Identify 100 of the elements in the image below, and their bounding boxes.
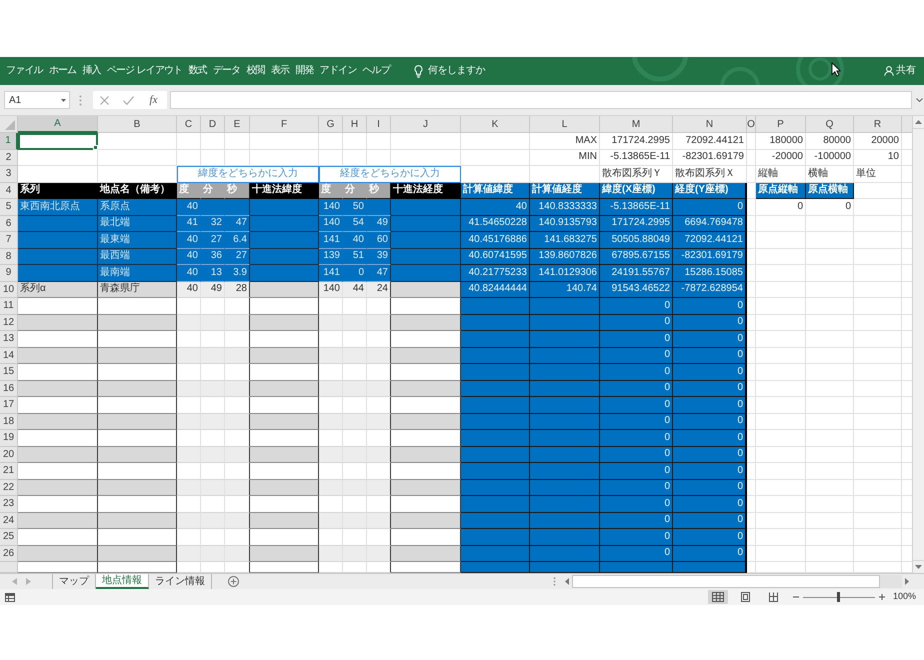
table-cell [391, 331, 461, 348]
row-header[interactable]: 6 [0, 216, 18, 232]
table-cell [530, 562, 600, 573]
column-header[interactable]: J [391, 116, 461, 133]
share-button[interactable]: 共有 [884, 64, 916, 78]
table-cell [530, 446, 600, 463]
column-header[interactable]: E [225, 116, 250, 133]
table-cell: 0 [673, 529, 747, 546]
check-icon[interactable] [123, 96, 134, 104]
header-cell: 十進法緯度 [250, 182, 319, 199]
ribbon-tab[interactable]: データ [212, 64, 240, 78]
row-header[interactable]: 11 [0, 298, 18, 314]
table-icon[interactable] [5, 592, 15, 602]
row-header[interactable]: 26 [0, 546, 18, 562]
table-cell [367, 446, 391, 463]
column-header[interactable]: D [201, 116, 225, 133]
row-header[interactable]: 21 [0, 463, 18, 480]
column-header[interactable]: K [461, 116, 530, 133]
insert-function-button[interactable]: fx [147, 93, 160, 107]
row-header[interactable]: 3 [0, 166, 18, 182]
column-header[interactable]: G [319, 116, 343, 133]
formula-input[interactable] [170, 91, 912, 109]
table-cell: 0 [673, 512, 747, 529]
row-header[interactable]: 24 [0, 512, 18, 529]
table-cell [747, 298, 756, 314]
table-cell [806, 314, 854, 331]
row-header[interactable]: 5 [0, 199, 18, 216]
table-cell: 91543.46522 [600, 282, 673, 298]
ribbon-tab[interactable]: 表示 [270, 64, 290, 78]
row-header[interactable]: 10 [0, 282, 18, 298]
ribbon-tab[interactable]: ヘルプ [362, 64, 390, 78]
column-header[interactable]: Q [806, 116, 854, 133]
column-header[interactable]: L [530, 116, 600, 133]
row-header[interactable]: 4 [0, 182, 18, 199]
row-header[interactable]: 17 [0, 397, 18, 414]
plus-icon[interactable] [878, 594, 885, 600]
row-header[interactable]: 13 [0, 331, 18, 348]
column-header[interactable]: O [747, 116, 756, 133]
ribbon-tab[interactable]: ホーム [48, 64, 76, 78]
add-sheet-button[interactable] [228, 574, 239, 589]
column-header[interactable]: M [600, 116, 673, 133]
row-header[interactable]: 16 [0, 380, 18, 397]
view-button[interactable] [708, 590, 728, 604]
ribbon-tab[interactable]: 数式 [188, 64, 207, 78]
row-header[interactable]: 18 [0, 414, 18, 430]
table-cell [854, 463, 902, 480]
sheet-tab[interactable]: 地点情報 [96, 574, 149, 589]
ribbon-tab[interactable]: 挿入 [82, 64, 101, 78]
row-header[interactable]: 2 [0, 150, 18, 166]
row-header[interactable]: 9 [0, 265, 18, 282]
minus-icon[interactable] [792, 594, 799, 600]
row-header[interactable]: 23 [0, 496, 18, 512]
table-cell: 0 [600, 512, 673, 529]
chevron-down-icon[interactable] [916, 98, 923, 102]
row-header[interactable]: 20 [0, 446, 18, 463]
row-header[interactable]: 25 [0, 529, 18, 546]
table-cell [756, 380, 806, 397]
table-cell [854, 248, 902, 265]
table-cell: 141.683275 [530, 232, 600, 248]
table-cell [225, 529, 250, 546]
header-cell: 緯度(X座標) [600, 182, 673, 199]
ribbon-tab[interactable]: アドイン [320, 64, 356, 78]
slider-thumb[interactable] [837, 592, 840, 602]
column-header[interactable]: R [854, 116, 902, 133]
cross-icon[interactable] [100, 96, 109, 104]
table-cell [747, 430, 756, 446]
row-header[interactable]: 12 [0, 314, 18, 331]
row-header[interactable]: 15 [0, 364, 18, 380]
column-header[interactable]: P [756, 116, 806, 133]
ribbon-tab[interactable]: ページ レイアウト [106, 64, 182, 78]
row-header[interactable]: 7 [0, 232, 18, 248]
table-cell: 171724.2995 [600, 216, 673, 232]
column-header[interactable]: H [343, 116, 367, 133]
tell-me-button[interactable]: 何をしますか [414, 64, 486, 78]
zoom-slider[interactable] [802, 592, 875, 602]
column-header[interactable]: I [367, 116, 391, 133]
column-header[interactable]: N [673, 116, 747, 133]
table-cell: 40 [177, 248, 201, 265]
column-header[interactable]: F [250, 116, 319, 133]
row-header[interactable]: 8 [0, 248, 18, 265]
table-cell [250, 446, 319, 463]
table-cell [201, 414, 225, 430]
table-cell [530, 512, 600, 529]
ribbon-tab[interactable]: ファイル [6, 64, 43, 78]
table-cell [367, 380, 391, 397]
row-header[interactable]: 22 [0, 480, 18, 496]
table-cell: 3.9 [225, 265, 250, 282]
name-box[interactable]: A1 [4, 91, 70, 109]
column-header[interactable]: B [98, 116, 177, 133]
row-header[interactable]: 19 [0, 430, 18, 446]
table-cell [461, 496, 530, 512]
table-cell [177, 364, 201, 380]
column-header[interactable]: A [18, 116, 98, 133]
ribbon-tab[interactable]: 校閲 [246, 64, 265, 78]
row-header[interactable]: 1 [0, 133, 18, 150]
column-header[interactable]: C [177, 116, 201, 133]
row-header[interactable]: 14 [0, 348, 18, 364]
ribbon-tab[interactable]: 開発 [295, 64, 314, 78]
vertical-dots-icon[interactable] [553, 577, 556, 586]
table-cell: 50505.88049 [600, 232, 673, 248]
